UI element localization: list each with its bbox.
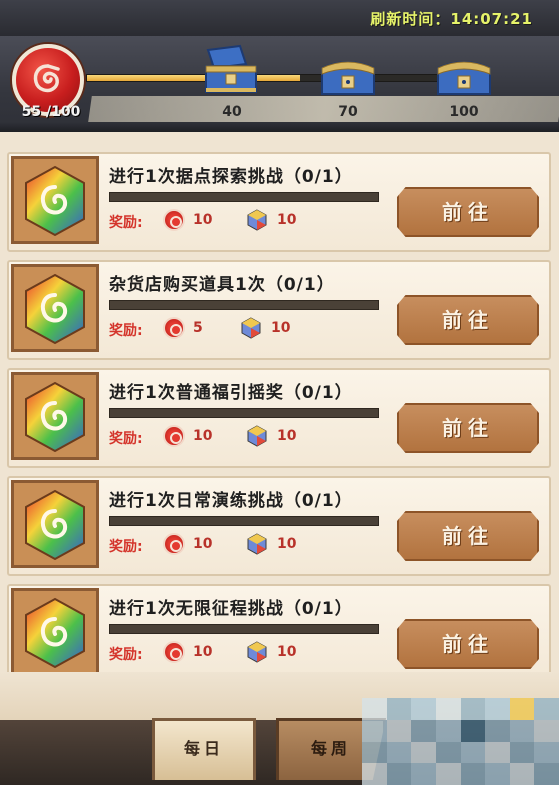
chest-40-label: 40 xyxy=(222,104,242,120)
task-gem-icon xyxy=(25,273,85,345)
reward-coin-icon xyxy=(163,533,185,555)
reward-gem-amount: 10 xyxy=(277,212,297,228)
task-card: 杂货店购买道具1次（0/1） 奖励: 5 10 前往 xyxy=(7,260,551,360)
reward-label: 奖励: xyxy=(109,431,143,447)
reward-coin-icon xyxy=(163,209,185,231)
task-list[interactable]: 进行1次据点探索挑战（0/1） 奖励: 10 10 前往 杂货店购买道具1次（0… xyxy=(0,142,559,672)
activity-progress-bar xyxy=(86,74,476,82)
reward-gem-icon xyxy=(247,209,267,231)
task-title: 进行1次据点探索挑战（0/1） xyxy=(109,167,353,187)
pixelated-overlay xyxy=(362,698,559,785)
reward-gem-icon xyxy=(247,425,267,447)
refresh-time: 刷新时间：14:07:21 xyxy=(370,10,533,28)
task-title: 进行1次日常演练挑战（0/1） xyxy=(109,491,353,511)
reward-gem-icon xyxy=(241,317,261,339)
chest-40-icon[interactable] xyxy=(200,44,266,100)
task-card: 进行1次普通福引摇奖（0/1） 奖励: 10 10 前往 xyxy=(7,368,551,468)
reward-coin-icon xyxy=(163,317,185,339)
reward-coin-icon xyxy=(163,425,185,447)
reward-label: 奖励: xyxy=(109,323,143,339)
reward-gem-amount: 10 xyxy=(277,536,297,552)
task-gem-icon xyxy=(25,489,85,561)
activity-points: 55 /100 xyxy=(21,104,81,120)
reward-label: 奖励: xyxy=(109,539,143,555)
top-bar: 刷新时间：14:07:21 xyxy=(0,0,559,36)
task-icon-frame xyxy=(11,372,99,460)
go-button[interactable]: 前往 xyxy=(397,295,539,345)
reward-gem-amount: 10 xyxy=(271,320,291,336)
task-gem-icon xyxy=(25,597,85,669)
task-card: 进行1次无限征程挑战（0/1） 奖励: 10 10 前往 xyxy=(7,584,551,672)
reward-coin-amount: 10 xyxy=(193,212,213,228)
reward-coin-amount: 5 xyxy=(193,320,203,336)
tab-daily[interactable]: 每日 xyxy=(152,718,256,780)
reward-gem-amount: 10 xyxy=(277,428,297,444)
chest-100-label: 100 xyxy=(449,104,479,120)
task-title: 杂货店购买道具1次（0/1） xyxy=(109,275,335,295)
activity-progress-fill xyxy=(87,75,301,81)
reward-label: 奖励: xyxy=(109,215,143,231)
task-gem-icon xyxy=(25,165,85,237)
task-progress-bar xyxy=(109,300,379,310)
reward-gem-icon xyxy=(247,533,267,555)
reward-coin-amount: 10 xyxy=(193,644,213,660)
reward-gem-amount: 10 xyxy=(277,644,297,660)
task-progress-bar xyxy=(109,624,379,634)
task-title: 进行1次普通福引摇奖（0/1） xyxy=(109,383,353,403)
go-button[interactable]: 前往 xyxy=(397,511,539,561)
task-card: 进行1次据点探索挑战（0/1） 奖励: 10 10 前往 xyxy=(7,152,551,252)
go-button[interactable]: 前往 xyxy=(397,187,539,237)
chest-100-icon[interactable] xyxy=(434,56,494,102)
go-button[interactable]: 前往 xyxy=(397,403,539,453)
chest-70-label: 70 xyxy=(338,104,358,120)
task-progress-bar xyxy=(109,192,379,202)
task-icon-frame xyxy=(11,480,99,568)
task-progress-bar xyxy=(109,516,379,526)
task-icon-frame xyxy=(11,156,99,244)
reward-coin-amount: 10 xyxy=(193,536,213,552)
go-button[interactable]: 前往 xyxy=(397,619,539,669)
task-progress-bar xyxy=(109,408,379,418)
reward-coin-icon xyxy=(163,641,185,663)
task-icon-frame xyxy=(11,264,99,352)
reward-label: 奖励: xyxy=(109,647,143,663)
chest-70-icon[interactable] xyxy=(318,56,378,102)
reward-coin-amount: 10 xyxy=(193,428,213,444)
task-gem-icon xyxy=(25,381,85,453)
task-card: 进行1次日常演练挑战（0/1） 奖励: 10 10 前往 xyxy=(7,476,551,576)
task-icon-frame xyxy=(11,588,99,672)
reward-gem-icon xyxy=(247,641,267,663)
task-title: 进行1次无限征程挑战（0/1） xyxy=(109,599,353,619)
